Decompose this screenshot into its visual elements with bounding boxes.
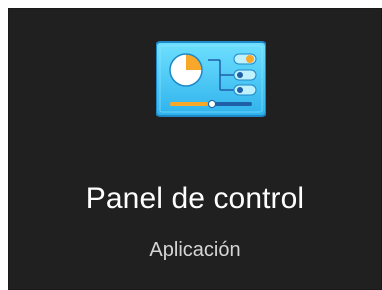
control-panel-icon (155, 40, 267, 118)
result-card-frame: Panel de control Aplicación (0, 0, 382, 290)
app-result-tile[interactable]: Panel de control Aplicación (8, 8, 382, 290)
app-title: Panel de control (85, 182, 305, 215)
app-type-label: Aplicación (149, 239, 241, 261)
